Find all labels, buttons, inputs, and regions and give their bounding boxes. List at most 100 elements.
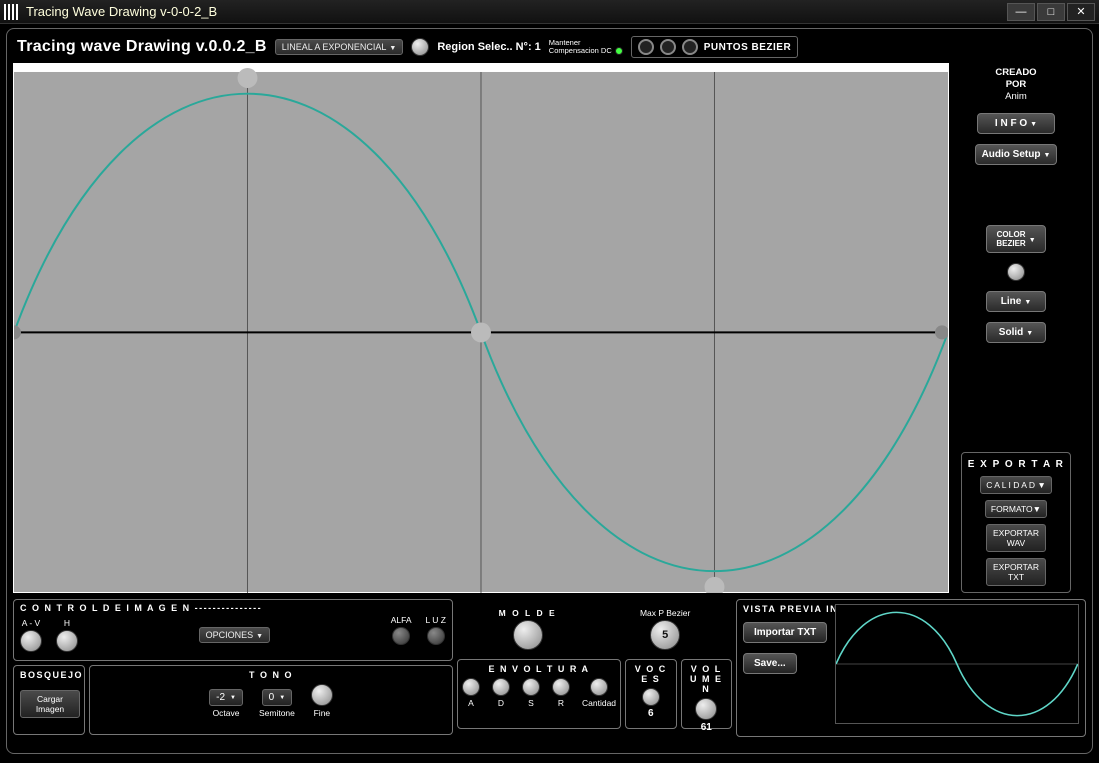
max-p-bezier-knob[interactable]: 5 (650, 620, 680, 650)
volumen-knob[interactable] (695, 698, 717, 720)
formato-label: FORMATO (991, 504, 1033, 514)
opciones-dropdown[interactable]: OPCIONES (199, 627, 270, 643)
comp-dc-led[interactable] (615, 47, 623, 55)
voces-knob[interactable] (642, 688, 660, 706)
info-button[interactable]: I N F O (977, 113, 1055, 134)
env-a-knob[interactable] (462, 678, 480, 696)
chevron-down-icon (1024, 296, 1031, 307)
opciones-label: OPCIONES (206, 630, 254, 640)
h-label: H (64, 618, 70, 628)
env-a-label: A (468, 698, 474, 708)
env-cant-label: Cantidad (582, 698, 616, 708)
molde-knob[interactable] (513, 620, 543, 650)
control-de-imagen-panel: C O N T R O L D E I M A G E N ----------… (13, 599, 453, 661)
bosquejo-panel: BOSQUEJO Cargar Imagen (13, 665, 85, 735)
alfa-label: ALFA (391, 615, 412, 625)
tono-panel: T O N O -2 Octave 0 Semitone Fine (89, 665, 453, 735)
h-knob[interactable] (56, 630, 78, 652)
header-knob[interactable] (411, 38, 429, 56)
fine-knob[interactable] (311, 684, 333, 706)
voces-title: V O C E S (630, 664, 671, 684)
bezier-point-1[interactable] (638, 39, 654, 55)
octave-spin[interactable]: -2 (209, 689, 243, 706)
app-icon (4, 4, 20, 20)
cargar-imagen-button[interactable]: Cargar Imagen (20, 690, 80, 718)
export-txt-l1: EXPORTAR (992, 562, 1040, 572)
chevron-down-icon (1026, 327, 1033, 338)
creado-por-block: CREADO POR Anim (995, 67, 1036, 103)
info-label: I N F O (995, 118, 1027, 129)
chevron-down-icon (1029, 234, 1036, 245)
molde-label: M O L D E (499, 608, 557, 618)
save-button[interactable]: Save... (743, 653, 797, 674)
top-toolbar: Tracing wave Drawing v.0.0.2_B LINEAL A … (13, 35, 1086, 59)
maximize-button[interactable]: □ (1037, 3, 1065, 21)
control-imagen-title: C O N T R O L D E I M A G E N ----------… (20, 603, 262, 613)
envoltura-panel: E N V O L T U R A A D S R Cantidad (457, 659, 621, 729)
luz-label: L U Z (426, 615, 446, 625)
volumen-panel: V O L U M E N 61 (681, 659, 732, 729)
line-mode-dropdown[interactable]: Line (986, 291, 1046, 312)
bottom-panels: C O N T R O L D E I M A G E N ----------… (13, 599, 1086, 737)
export-wav-l1: EXPORTAR (992, 528, 1040, 538)
color-bezier-dropdown[interactable]: COLOR BEZIER (986, 225, 1046, 253)
volumen-title: V O L U M E N (686, 664, 727, 694)
env-s-knob[interactable] (522, 678, 540, 696)
color-bezier-l1: COLOR (996, 230, 1025, 239)
minimize-button[interactable]: — (1007, 3, 1035, 21)
comp-dc-label: Compensacion DC (549, 47, 612, 55)
app-frame: Tracing wave Drawing v.0.0.2_B LINEAL A … (6, 28, 1093, 754)
calidad-dropdown[interactable]: C A L I D A D ▼ (980, 476, 1052, 494)
export-title: E X P O R T A R (968, 459, 1065, 470)
chevron-down-icon (1043, 149, 1050, 160)
app-title: Tracing wave Drawing v.0.0.2_B (17, 38, 267, 56)
export-wav-button[interactable]: EXPORTAR WAV (986, 524, 1046, 552)
semitone-val: 0 (269, 692, 275, 703)
curve-mode-dropdown[interactable]: LINEAL A EXPONENCIAL (275, 39, 404, 55)
autor-label: Anim (995, 91, 1036, 103)
env-cant-knob[interactable] (590, 678, 608, 696)
export-txt-button[interactable]: EXPORTAR TXT (986, 558, 1046, 586)
cargar-l2: Imagen (26, 704, 74, 714)
creado-label: CREADO (995, 67, 1036, 79)
puntos-bezier-label: PUNTOS BEZIER (704, 42, 791, 53)
voces-val: 6 (630, 708, 671, 719)
env-s-label: S (528, 698, 534, 708)
preview-waveform (835, 604, 1079, 724)
solid-mode-dropdown[interactable]: Solid (986, 322, 1046, 343)
env-d-knob[interactable] (492, 678, 510, 696)
formato-dropdown[interactable]: FORMATO▼ (985, 500, 1047, 518)
export-panel: E X P O R T A R C A L I D A D ▼ FORMATO▼… (961, 452, 1071, 593)
export-txt-l2: TXT (992, 572, 1040, 582)
octave-val: -2 (216, 692, 225, 703)
chevron-down-icon (1030, 118, 1037, 129)
av-label: A - V (22, 618, 40, 628)
bezier-point-3[interactable] (682, 39, 698, 55)
color-bezier-l2: BEZIER (996, 239, 1025, 248)
window-titlebar: Tracing Wave Drawing v-0-0-2_B — □ ✕ (0, 0, 1099, 24)
env-r-knob[interactable] (552, 678, 570, 696)
waveform-canvas[interactable] (13, 63, 949, 593)
importar-txt-button[interactable]: Importar TXT (743, 622, 827, 643)
line-mode-label: Line (1001, 296, 1022, 307)
max-p-val: 5 (662, 629, 668, 641)
por-label: POR (995, 79, 1036, 91)
close-button[interactable]: ✕ (1067, 3, 1095, 21)
audio-setup-button[interactable]: Audio Setup (975, 144, 1058, 165)
calidad-label: C A L I D A D (986, 480, 1035, 490)
right-sidebar: CREADO POR Anim I N F O Audio Setup COLO… (957, 63, 1075, 593)
window-title: Tracing Wave Drawing v-0-0-2_B (26, 4, 1007, 19)
envoltura-title: E N V O L T U R A (462, 664, 616, 674)
bezier-point-2[interactable] (660, 39, 676, 55)
semitone-spin[interactable]: 0 (262, 689, 293, 706)
region-select-label: Region Selec.. N°: 1 (437, 41, 540, 53)
bosquejo-title: BOSQUEJO (20, 670, 78, 680)
av-knob[interactable] (20, 630, 42, 652)
export-wav-l2: WAV (992, 538, 1040, 548)
volumen-val: 61 (686, 722, 727, 733)
alfa-knob[interactable] (392, 627, 410, 645)
luz-knob[interactable] (427, 627, 445, 645)
cargar-l1: Cargar (26, 694, 74, 704)
color-bezier-knob[interactable] (1007, 263, 1025, 281)
env-r-label: R (558, 698, 564, 708)
